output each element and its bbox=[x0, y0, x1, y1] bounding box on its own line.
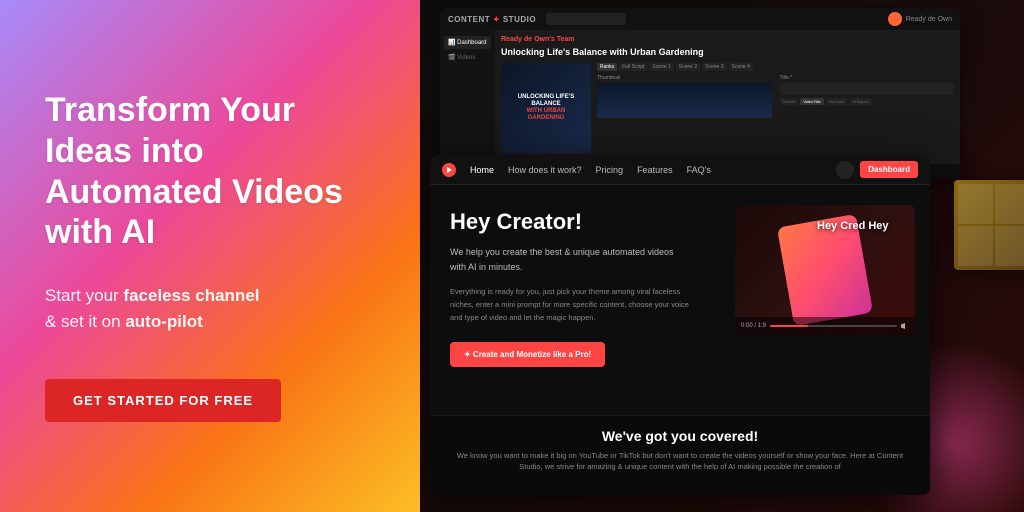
studio-main-video: UNLOCKING LIFE'SBALANCE WITH URBANGARDEN… bbox=[501, 63, 591, 153]
studio-scenes: Ranks Full Script Scene 1 Scene 2 Scene … bbox=[597, 63, 954, 153]
nav-dashboard-btn[interactable]: Dashboard bbox=[860, 161, 918, 178]
video-progress-bar[interactable] bbox=[770, 325, 897, 327]
preview-cell-3 bbox=[958, 226, 993, 266]
nav-home[interactable]: Home bbox=[470, 165, 494, 175]
studio-tab-scene1[interactable]: Scene 1 bbox=[649, 63, 673, 71]
nav-logo-icon bbox=[442, 163, 456, 177]
nav-right: Dashboard bbox=[836, 161, 918, 179]
studio-project-title: Ready de Own's Team bbox=[501, 36, 954, 43]
studio-style-videotitle[interactable]: VideoTitle bbox=[800, 98, 824, 105]
studio-tab-scene4[interactable]: Scene 4 bbox=[729, 63, 753, 71]
studio-style-telegram[interactable]: Telegram bbox=[849, 98, 871, 105]
studio-title-style-options: Default VideoTitle YouTube Telegram bbox=[780, 98, 955, 105]
nav-how-it-works[interactable]: How does it work? bbox=[508, 165, 582, 175]
studio-style-youtube[interactable]: YouTube bbox=[826, 98, 848, 105]
app-video-text-overlay: Hey Cred Hey bbox=[817, 220, 907, 233]
studio-video-area: UNLOCKING LIFE'SBALANCE WITH URBANGARDEN… bbox=[501, 63, 954, 153]
app-hero-desc2: Everything is ready for you, just pick y… bbox=[450, 286, 690, 324]
app-hero-desc: We help you create the best & unique aut… bbox=[450, 245, 690, 274]
studio-avatar bbox=[888, 12, 902, 26]
app-video-inner: Hey Cred Hey bbox=[735, 205, 915, 335]
nav-pricing[interactable]: Pricing bbox=[596, 165, 624, 175]
app-bottom-section: We've got you covered! We know you want … bbox=[430, 415, 930, 495]
app-bottom-desc: We know you want to make it big on YouTu… bbox=[450, 450, 910, 473]
main-headline: Transform Your Ideas into Automated Vide… bbox=[45, 90, 375, 253]
studio-thumbnail-box: Thumbnail bbox=[597, 75, 772, 118]
studio-tab-fullscript[interactable]: Full Script bbox=[619, 63, 647, 71]
volume-icon bbox=[901, 323, 909, 329]
studio-title-label: Title * bbox=[780, 75, 955, 81]
studio-thumbnail-title-row: Thumbnail Title * Default Video bbox=[597, 75, 954, 118]
studio-window: CONTENT ✦ STUDIO Ready de Own 📊 Dashboar… bbox=[440, 8, 960, 178]
get-started-button[interactable]: GET STARTED FOR FREE bbox=[45, 379, 281, 422]
preview-cell-4 bbox=[995, 226, 1024, 266]
small-preview-grid bbox=[954, 180, 1024, 270]
studio-title-input[interactable] bbox=[780, 83, 955, 95]
left-panel: Transform Your Ideas into Automated Vide… bbox=[0, 0, 420, 512]
studio-topbar-right: Ready de Own bbox=[888, 12, 952, 26]
studio-tab-scene3[interactable]: Scene 3 bbox=[702, 63, 726, 71]
studio-topbar: CONTENT ✦ STUDIO Ready de Own bbox=[440, 8, 960, 30]
studio-search-bar[interactable] bbox=[546, 13, 626, 25]
video-progress-fill bbox=[770, 325, 808, 327]
right-panel: CONTENT ✦ STUDIO Ready de Own 📊 Dashboar… bbox=[420, 0, 1024, 512]
app-video-preview: Hey Cred Hey 0:00 / 1:9 bbox=[735, 205, 915, 335]
studio-video-title: UNLOCKING LIFE'SBALANCE WITH URBANGARDEN… bbox=[514, 94, 578, 123]
nav-features[interactable]: Features bbox=[637, 165, 673, 175]
studio-scenes-bar: Ranks Full Script Scene 1 Scene 2 Scene … bbox=[597, 63, 954, 71]
nav-user-icon[interactable] bbox=[836, 161, 854, 179]
small-preview-thumbnail bbox=[954, 180, 1024, 270]
preview-cell-1 bbox=[958, 184, 993, 224]
studio-style-default[interactable]: Default bbox=[780, 98, 799, 105]
sub-headline: Start your faceless channel & set it on … bbox=[45, 283, 375, 334]
studio-logo: CONTENT ✦ STUDIO bbox=[448, 15, 536, 24]
studio-sidebar-dashboard[interactable]: 📊 Dashboard bbox=[444, 36, 491, 49]
nav-faqs[interactable]: FAQ's bbox=[687, 165, 711, 175]
app-hero-title: Hey Creator! bbox=[450, 209, 710, 235]
studio-tab-scene2[interactable]: Scene 2 bbox=[676, 63, 700, 71]
app-window: Home How does it work? Pricing Features … bbox=[430, 155, 930, 495]
studio-tab-ranks[interactable]: Ranks bbox=[597, 63, 617, 71]
studio-title-box: Title * Default VideoTitle YouTube Teleg… bbox=[780, 75, 955, 118]
studio-thumb-city-bg bbox=[597, 83, 772, 118]
app-cta-btn[interactable]: ✦ Create and Monetize like a Pro! bbox=[450, 342, 605, 367]
small-preview-inner bbox=[954, 180, 1024, 270]
preview-cell-2 bbox=[995, 184, 1024, 224]
studio-thumbnail-label: Thumbnail bbox=[597, 75, 772, 81]
app-navbar: Home How does it work? Pricing Features … bbox=[430, 155, 930, 185]
video-time: 0:00 / 1:9 bbox=[741, 323, 766, 329]
studio-thumbnail-img bbox=[597, 83, 772, 118]
studio-username: Ready de Own bbox=[906, 16, 952, 23]
studio-main-title: Unlocking Life's Balance with Urban Gard… bbox=[501, 47, 954, 57]
app-video-bar: 0:00 / 1:9 bbox=[735, 317, 915, 335]
studio-sidebar-videos[interactable]: 🎬 Videos bbox=[444, 51, 491, 64]
app-bottom-title: We've got you covered! bbox=[450, 428, 910, 444]
studio-video-overlay: UNLOCKING LIFE'SBALANCE WITH URBANGARDEN… bbox=[501, 63, 591, 153]
